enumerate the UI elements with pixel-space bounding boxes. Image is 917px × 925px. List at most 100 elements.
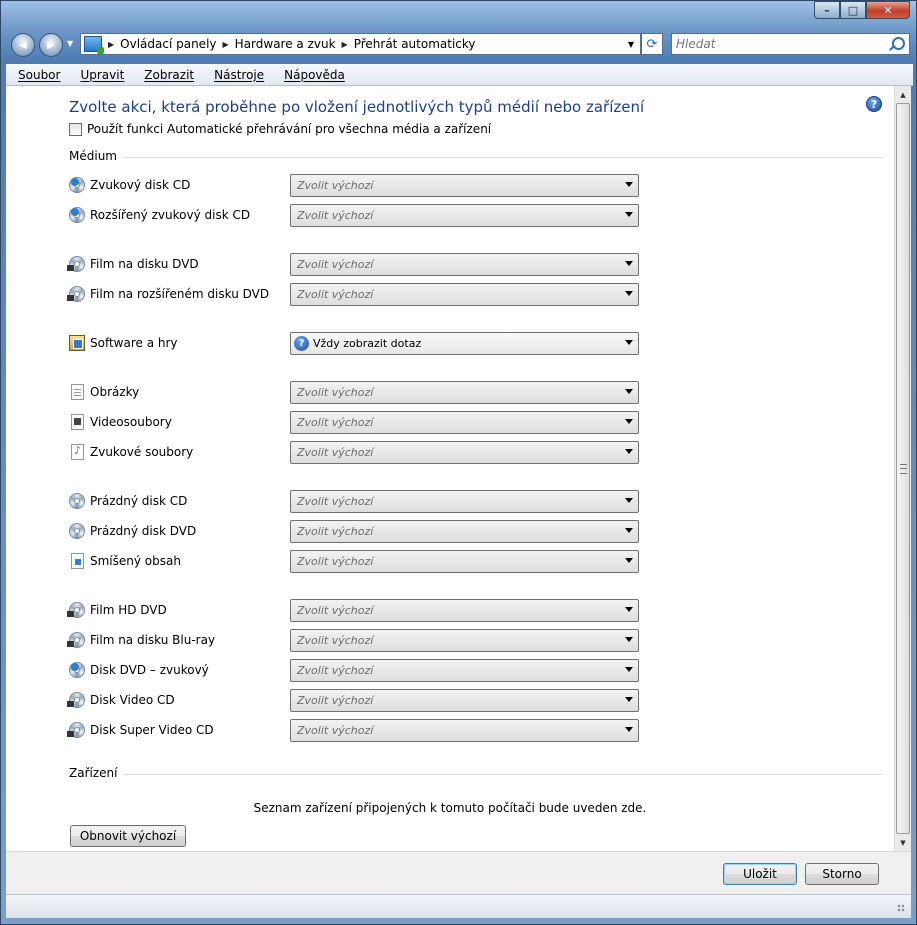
media-action-select[interactable]: Zvolit výchozí <box>290 381 639 404</box>
media-label: Obrázky <box>90 385 140 399</box>
media-action-select[interactable]: Zvolit výchozí <box>290 689 639 712</box>
media-row-dvd-movie: Film na disku DVD Zvolit výchozí <box>67 252 649 276</box>
media-action-select[interactable]: Zvolit výchozí <box>290 629 639 652</box>
breadcrumb-control-panel[interactable]: Ovládací panely <box>120 37 216 51</box>
enhanced-audio-cd-icon <box>69 207 85 223</box>
media-action-select[interactable]: Vždy zobrazit dotaz <box>290 332 639 355</box>
vertical-scrollbar[interactable]: ▲ ▼ <box>894 86 911 851</box>
search-input[interactable] <box>676 36 876 52</box>
close-button[interactable]: ✕ <box>866 1 910 19</box>
media-section-title: Médium <box>69 149 117 163</box>
media-label: Zvukový disk CD <box>90 178 191 192</box>
scroll-up-icon[interactable]: ▲ <box>895 86 911 103</box>
window-frame: – □ ✕ ◀ ▶ ▼ ▶ Ovládací panely ▶ Hardware… <box>0 0 917 925</box>
media-label: Film na rozšířeném disku DVD <box>90 287 270 301</box>
autoplay-all-media-label[interactable]: Použít funkci Automatické přehrávání pro… <box>87 122 491 136</box>
media-action-select[interactable]: Zvolit výchozí <box>290 550 639 573</box>
media-action-select[interactable]: Zvolit výchozí <box>290 520 639 543</box>
media-row-super-video-cd: Disk Super Video CD Zvolit výchozí <box>67 718 649 742</box>
menu-view[interactable]: Zobrazit <box>132 68 202 82</box>
scroll-down-icon[interactable]: ▼ <box>895 834 911 851</box>
recent-pages-dropdown[interactable]: ▼ <box>67 39 73 48</box>
media-action-select[interactable]: Zvolit výchozí <box>290 253 639 276</box>
media-row-video-cd: Disk Video CD Zvolit výchozí <box>67 688 649 712</box>
back-button[interactable]: ◀ <box>11 33 35 57</box>
maximize-button[interactable]: □ <box>840 1 866 19</box>
window-controls: – □ ✕ <box>814 1 910 19</box>
refresh-icon: ⟳ <box>646 36 658 52</box>
media-label: Disk Super Video CD <box>90 723 214 737</box>
media-action-select[interactable]: Zvolit výchozí <box>290 599 639 622</box>
media-row-hd-dvd: Film HD DVD Zvolit výchozí <box>67 598 649 622</box>
reset-defaults-button[interactable]: Obnovit výchozí <box>70 825 186 847</box>
media-row-blank-dvd: Prázdný disk DVD Zvolit výchozí <box>69 519 649 543</box>
address-dropdown-button[interactable]: ▼ <box>621 34 640 54</box>
status-bar <box>6 894 911 918</box>
back-arrow-icon: ◀ <box>19 39 27 51</box>
address-bar[interactable]: ▶ Ovládací panely ▶ Hardware a zvuk ▶ Př… <box>80 33 641 55</box>
media-action-select[interactable]: Zvolit výchozí <box>290 659 639 682</box>
media-row-software-games: Software a hry Vždy zobrazit dotaz ? <box>69 331 649 355</box>
hd-dvd-icon <box>67 602 85 618</box>
autoplay-all-media-checkbox-row[interactable]: Použít funkci Automatické přehrávání pro… <box>69 122 491 136</box>
media-label: Smíšený obsah <box>90 554 181 568</box>
refresh-button[interactable]: ⟳ <box>641 33 663 55</box>
breadcrumb-hardware-sound[interactable]: Hardware a zvuk <box>235 37 336 51</box>
audio-cd-icon <box>69 177 85 193</box>
bluray-icon <box>67 632 85 648</box>
menu-bar: Soubor Upravit Zobrazit Nástroje Nápověd… <box>6 64 913 86</box>
media-row-mixed-content: Smíšený obsah Zvolit výchozí <box>69 549 649 573</box>
media-label: Software a hry <box>90 336 178 350</box>
breadcrumb-separator-icon[interactable]: ▶ <box>108 40 114 49</box>
dvd-audio-icon <box>69 662 85 678</box>
media-row-enhanced-dvd-movie: Film na rozšířeném disku DVD Zvolit vých… <box>67 282 649 306</box>
media-action-select[interactable]: Zvolit výchozí <box>290 174 639 197</box>
dvd-movie-icon <box>67 256 85 272</box>
breadcrumb-autoplay[interactable]: Přehrát automaticky <box>354 37 476 51</box>
media-row-enhanced-audio-cd: Rozšířený zvukový disk CD Zvolit výchozí <box>69 203 649 227</box>
scrollbar-thumb[interactable] <box>896 103 910 834</box>
breadcrumb-separator-icon[interactable]: ▶ <box>223 40 229 49</box>
media-row-dvd-audio: Disk DVD – zvukový Zvolit výchozí <box>69 658 649 682</box>
media-label: Videosoubory <box>90 415 172 429</box>
blank-cd-icon <box>69 493 85 509</box>
media-row-pictures: Obrázky Zvolit výchozí <box>69 380 649 404</box>
cancel-button[interactable]: Storno <box>805 863 879 885</box>
search-icon[interactable] <box>892 37 905 50</box>
media-label: Prázdný disk CD <box>90 494 188 508</box>
breadcrumb-separator-icon[interactable]: ▶ <box>342 40 348 49</box>
devices-empty-message: Seznam zařízení připojených k tomuto poč… <box>253 801 647 815</box>
media-action-select[interactable]: Zvolit výchozí <box>290 490 639 513</box>
video-cd-icon <box>67 692 85 708</box>
menu-file[interactable]: Soubor <box>6 68 68 82</box>
menu-tools[interactable]: Nástroje <box>202 68 272 82</box>
enhanced-dvd-movie-icon <box>67 286 85 302</box>
navigation-bar: ◀ ▶ ▼ ▶ Ovládací panely ▶ Hardware a zvu… <box>9 31 910 59</box>
media-action-select[interactable]: Zvolit výchozí <box>290 204 639 227</box>
grip-icon <box>900 464 907 474</box>
section-divider <box>123 773 883 775</box>
resize-grip-icon[interactable] <box>897 904 905 912</box>
pictures-icon <box>71 384 84 400</box>
software-games-icon <box>69 335 85 351</box>
autoplay-all-media-checkbox[interactable] <box>69 122 82 136</box>
media-label: Disk Video CD <box>90 693 175 707</box>
media-row-audio-cd: Zvukový disk CD Zvolit výchozí <box>69 173 649 197</box>
save-button[interactable]: Uložit <box>723 863 797 885</box>
minimize-button[interactable]: – <box>814 1 840 19</box>
menu-help[interactable]: Nápověda <box>272 68 353 82</box>
blank-dvd-icon <box>69 523 85 539</box>
media-label: Film na disku Blu-ray <box>90 633 216 647</box>
search-box[interactable] <box>671 33 910 55</box>
control-panel-icon <box>84 36 104 54</box>
media-action-select[interactable]: Zvolit výchozí <box>290 411 639 434</box>
help-icon[interactable]: ? <box>866 96 882 112</box>
media-label: Disk DVD – zvukový <box>90 663 209 677</box>
forward-button[interactable]: ▶ <box>39 33 63 57</box>
menu-edit[interactable]: Upravit <box>68 68 132 82</box>
media-action-select[interactable]: Zvolit výchozí <box>290 719 639 742</box>
media-action-select[interactable]: Zvolit výchozí <box>290 283 639 306</box>
media-row-audio-files: Zvukové soubory Zvolit výchozí <box>69 440 649 464</box>
media-action-select[interactable]: Zvolit výchozí <box>290 441 639 464</box>
devices-section-header: Zařízení <box>69 766 883 780</box>
